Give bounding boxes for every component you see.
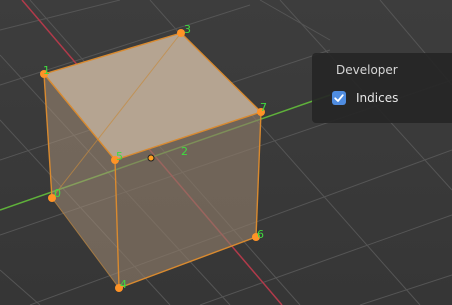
indices-label: Indices [356,91,399,105]
panel-title: Developer [336,63,398,77]
vertex-index-4: 4 [120,278,127,291]
vertex-index-3: 3 [184,23,191,36]
vertex-index-5: 5 [116,150,123,163]
indices-toggle[interactable]: Indices [332,89,398,107]
viewport-scene[interactable]: 0 1 3 4 5 6 7 2 [0,0,452,305]
checkmark-icon [334,94,344,102]
vertex-index-1: 1 [43,64,50,77]
developer-overlay-panel: Developer Indices [312,53,452,123]
object-origin-point[interactable] [147,154,155,162]
vertex-index-0: 0 [54,187,61,200]
indices-checkbox[interactable] [332,91,346,105]
vertex-index-7: 7 [260,101,267,114]
face-index-label: 2 [181,145,188,158]
vertex-index-6: 6 [257,228,264,241]
3d-viewport[interactable]: 0 1 3 4 5 6 7 2 Developer Indices [0,0,452,305]
